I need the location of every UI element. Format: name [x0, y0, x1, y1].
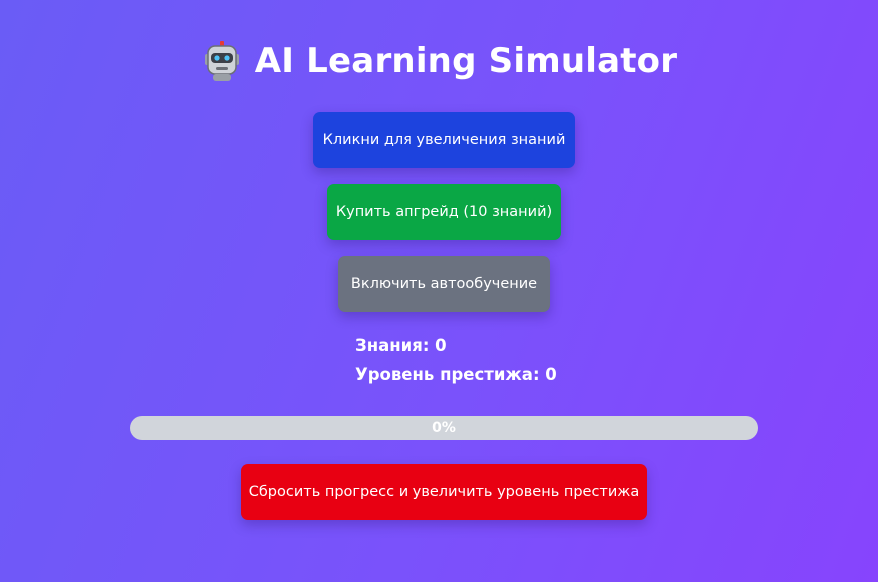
buy-upgrade-button[interactable]: Купить апгрейд (10 знаний) — [327, 184, 561, 240]
reset-prestige-button[interactable]: Сбросить прогресс и увеличить уровень пр… — [241, 464, 647, 520]
knowledge-counter: Знания: 0 — [355, 336, 447, 355]
progress-percent-label: 0% — [432, 420, 456, 436]
auto-learn-toggle-button[interactable]: Включить автообучение — [338, 256, 550, 312]
stats-panel: Знания: 0 Уровень престижа: 0 — [355, 331, 557, 389]
progress-bar: 0% — [130, 416, 758, 440]
learn-button[interactable]: Кликни для увеличения знаний — [313, 112, 575, 168]
robot-icon — [201, 40, 243, 82]
page-header: AI Learning Simulator — [0, 40, 878, 82]
prestige-level: Уровень престижа: 0 — [355, 365, 557, 384]
page-title: AI Learning Simulator — [254, 41, 678, 81]
